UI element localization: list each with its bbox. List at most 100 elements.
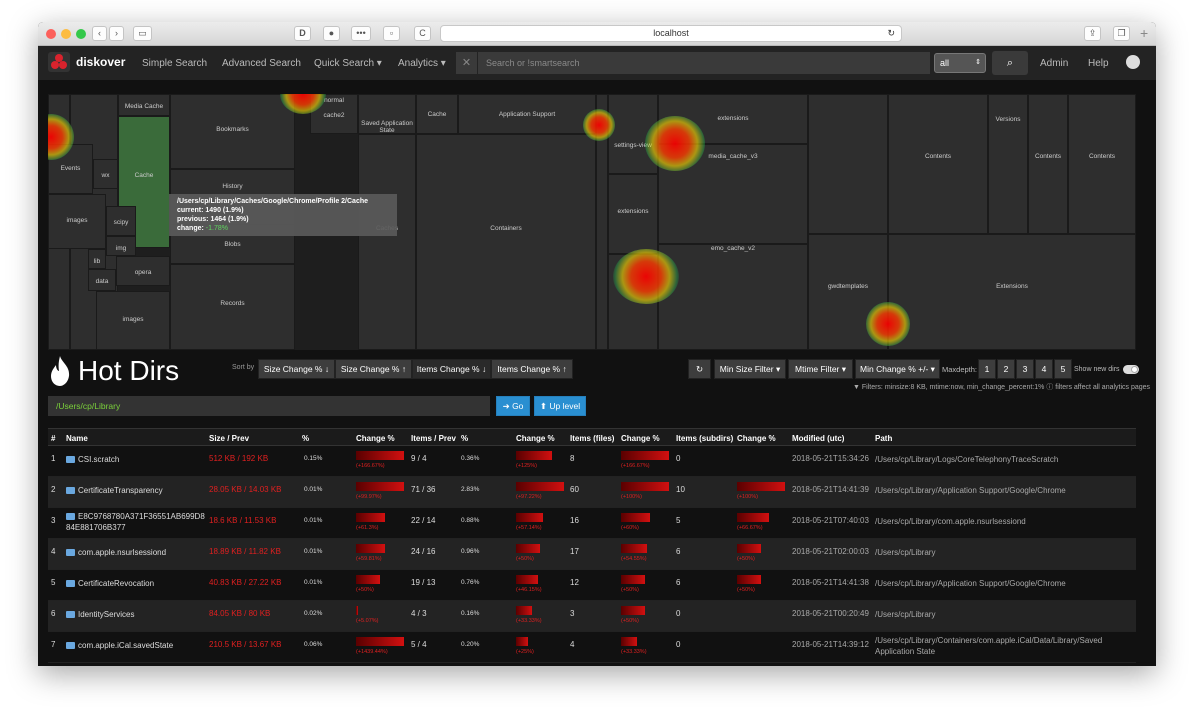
table-row[interactable]: 5 CertificateRevocation 40.83 KB / 27.22 K… (48, 570, 1136, 601)
up-level-button[interactable]: ⬆ Up level (534, 396, 586, 416)
maxdepth-3-button[interactable]: 3 (1016, 359, 1034, 379)
col-header[interactable]: Change % (737, 434, 776, 443)
sort-items-desc-button[interactable]: Items Change % ↓ (412, 359, 491, 379)
dir-name-link[interactable]: CertificateRevocation (66, 578, 206, 589)
dir-name-link[interactable]: IdentityServices (66, 609, 206, 620)
zoom-window-button[interactable] (76, 29, 86, 39)
table-row[interactable]: 3 E8C9768780A371F36551AB699D884E881706B37… (48, 508, 1136, 539)
nav-quick-search[interactable]: Quick Search ▾ (314, 58, 382, 69)
forward-icon[interactable]: › (109, 26, 124, 41)
treemap-cell[interactable]: Contents (1068, 94, 1136, 234)
extension-c-icon[interactable]: C (414, 26, 431, 41)
col-header[interactable]: Items (files) (570, 434, 614, 443)
col-header[interactable]: % (302, 434, 309, 443)
col-header[interactable]: Items (subdirs) (676, 434, 733, 443)
github-icon[interactable] (1126, 55, 1140, 69)
table-row[interactable]: 2 CertificateTransparency 28.05 KB / 14.03… (48, 477, 1136, 508)
treemap-cell[interactable] (808, 94, 888, 234)
treemap-cell[interactable]: Contents (1028, 94, 1068, 234)
close-window-button[interactable] (46, 29, 56, 39)
treemap-cell[interactable]: Records (170, 264, 295, 350)
sort-size-asc-button[interactable]: Size Change % ↑ (335, 359, 412, 379)
dir-name-link[interactable]: CertificateTransparency (66, 485, 206, 496)
treemap-cell[interactable]: images (48, 194, 106, 249)
treemap-cell[interactable]: Caches (358, 134, 416, 350)
col-header[interactable]: Path (875, 434, 892, 443)
treemap-cell[interactable]: Extensions (888, 234, 1136, 350)
treemap-cell[interactable]: Cache (416, 94, 458, 134)
minimize-window-button[interactable] (61, 29, 71, 39)
col-header[interactable]: Modified (utc) (792, 434, 844, 443)
treemap-cell[interactable]: opera (116, 256, 170, 286)
clear-search-icon[interactable]: ✕ (456, 52, 477, 74)
dir-name-link[interactable]: E8C9768780A371F36551AB699D884E881706B377 (66, 511, 206, 533)
adblock-icon[interactable]: ● (323, 26, 340, 41)
search-scope-select[interactable]: all ⇕ (934, 53, 986, 73)
treemap-cell[interactable]: data (88, 269, 116, 291)
sort-size-desc-button[interactable]: Size Change % ↓ (258, 359, 335, 379)
nav-admin[interactable]: Admin (1040, 58, 1068, 69)
brand[interactable]: diskover (48, 52, 125, 72)
dir-name-link[interactable]: CSI.scratch (66, 454, 206, 465)
table-row[interactable]: 6 IdentityServices 84.05 KB / 80 KB 0.02% (+… (48, 601, 1136, 632)
lock-icon[interactable]: ▫ (383, 26, 400, 41)
treemap-cell[interactable]: Application Support (458, 94, 596, 134)
treemap-cell[interactable]: Containers (416, 134, 596, 350)
treemap-cell[interactable]: scipy (106, 206, 136, 236)
nav-analytics[interactable]: Analytics ▾ (398, 58, 446, 69)
treemap-cell[interactable]: Versions (988, 94, 1028, 234)
col-header[interactable]: Size / Prev (209, 434, 249, 443)
treemap-cell[interactable]: extensions (608, 174, 658, 254)
col-header[interactable]: Name (66, 434, 88, 443)
size-change-text: (+99.97%) (356, 494, 382, 500)
treemap-label: extensions (617, 207, 649, 215)
nav-advanced-search[interactable]: Advanced Search (222, 58, 301, 69)
treemap-cell[interactable]: emo_cache_v2 (658, 244, 808, 350)
nav-simple-search[interactable]: Simple Search (142, 58, 207, 69)
show-new-dirs-toggle[interactable] (1123, 365, 1139, 374)
back-icon[interactable]: ‹ (92, 26, 107, 41)
treemap-cell[interactable]: Media Cache (118, 94, 170, 116)
share-icon[interactable]: ⇪ (1084, 26, 1101, 41)
treemap-cell[interactable]: Contents (888, 94, 988, 234)
col-header[interactable]: Change % (356, 434, 395, 443)
table-row[interactable]: 7 com.apple.iCal.savedState 210.5 KB / 13.… (48, 632, 1136, 663)
treemap-cell[interactable]: Bookmarks (170, 94, 295, 169)
new-tab-icon[interactable]: + (1140, 25, 1148, 41)
nav-help[interactable]: Help (1088, 58, 1109, 69)
min-change-filter-button[interactable]: Min Change % +/- ▾ (855, 359, 940, 379)
heatmap-treemap[interactable]: Cache Media Cache Bookmarks History Even… (48, 94, 1136, 350)
sidebar-icon[interactable]: ▭ (133, 26, 152, 41)
treemap-cell[interactable]: images (96, 291, 170, 350)
min-size-filter-button[interactable]: Min Size Filter ▾ (714, 359, 786, 379)
dir-name-link[interactable]: com.apple.iCal.savedState (66, 640, 206, 651)
col-header[interactable]: Items / Prev (411, 434, 456, 443)
treemap-cell[interactable]: lib (88, 249, 106, 269)
password-icon[interactable]: ••• (351, 26, 371, 41)
treemap-cell[interactable]: wx (93, 159, 118, 189)
path-input[interactable]: /Users/cp/Library (48, 396, 490, 416)
address-bar[interactable]: localhost ↻ (440, 25, 902, 42)
refresh-icon[interactable]: ↻ (688, 359, 711, 379)
maxdepth-5-button[interactable]: 5 (1054, 359, 1072, 379)
table-row[interactable]: 1 CSI.scratch 512 KB / 192 KB 0.15% (+166.67… (48, 446, 1136, 477)
col-header[interactable]: % (461, 434, 468, 443)
reload-icon[interactable]: ↻ (887, 26, 895, 41)
treemap-cell[interactable]: img (106, 236, 136, 256)
col-header[interactable]: # (51, 434, 55, 443)
tabs-icon[interactable]: ❐ (1113, 26, 1130, 41)
maxdepth-2-button[interactable]: 2 (997, 359, 1015, 379)
dir-name-link[interactable]: com.apple.nsurlsessiond (66, 547, 206, 558)
maxdepth-1-button[interactable]: 1 (978, 359, 996, 379)
table-row[interactable]: 4 com.apple.nsurlsessiond 18.89 KB / 11.82… (48, 539, 1136, 570)
search-icon[interactable]: ⌕ (992, 51, 1028, 75)
col-header[interactable]: Change % (516, 434, 555, 443)
extension-d-icon[interactable]: D (294, 26, 311, 41)
maxdepth-4-button[interactable]: 4 (1035, 359, 1053, 379)
sort-items-asc-button[interactable]: Items Change % ↑ (491, 359, 573, 379)
col-header[interactable]: Change % (621, 434, 660, 443)
treemap-cell[interactable]: Saved Application State (358, 94, 416, 134)
go-button[interactable]: ➜ Go (496, 396, 530, 416)
search-input[interactable]: Search or !smartsearch (478, 52, 930, 74)
mtime-filter-button[interactable]: Mtime Filter ▾ (788, 359, 853, 379)
